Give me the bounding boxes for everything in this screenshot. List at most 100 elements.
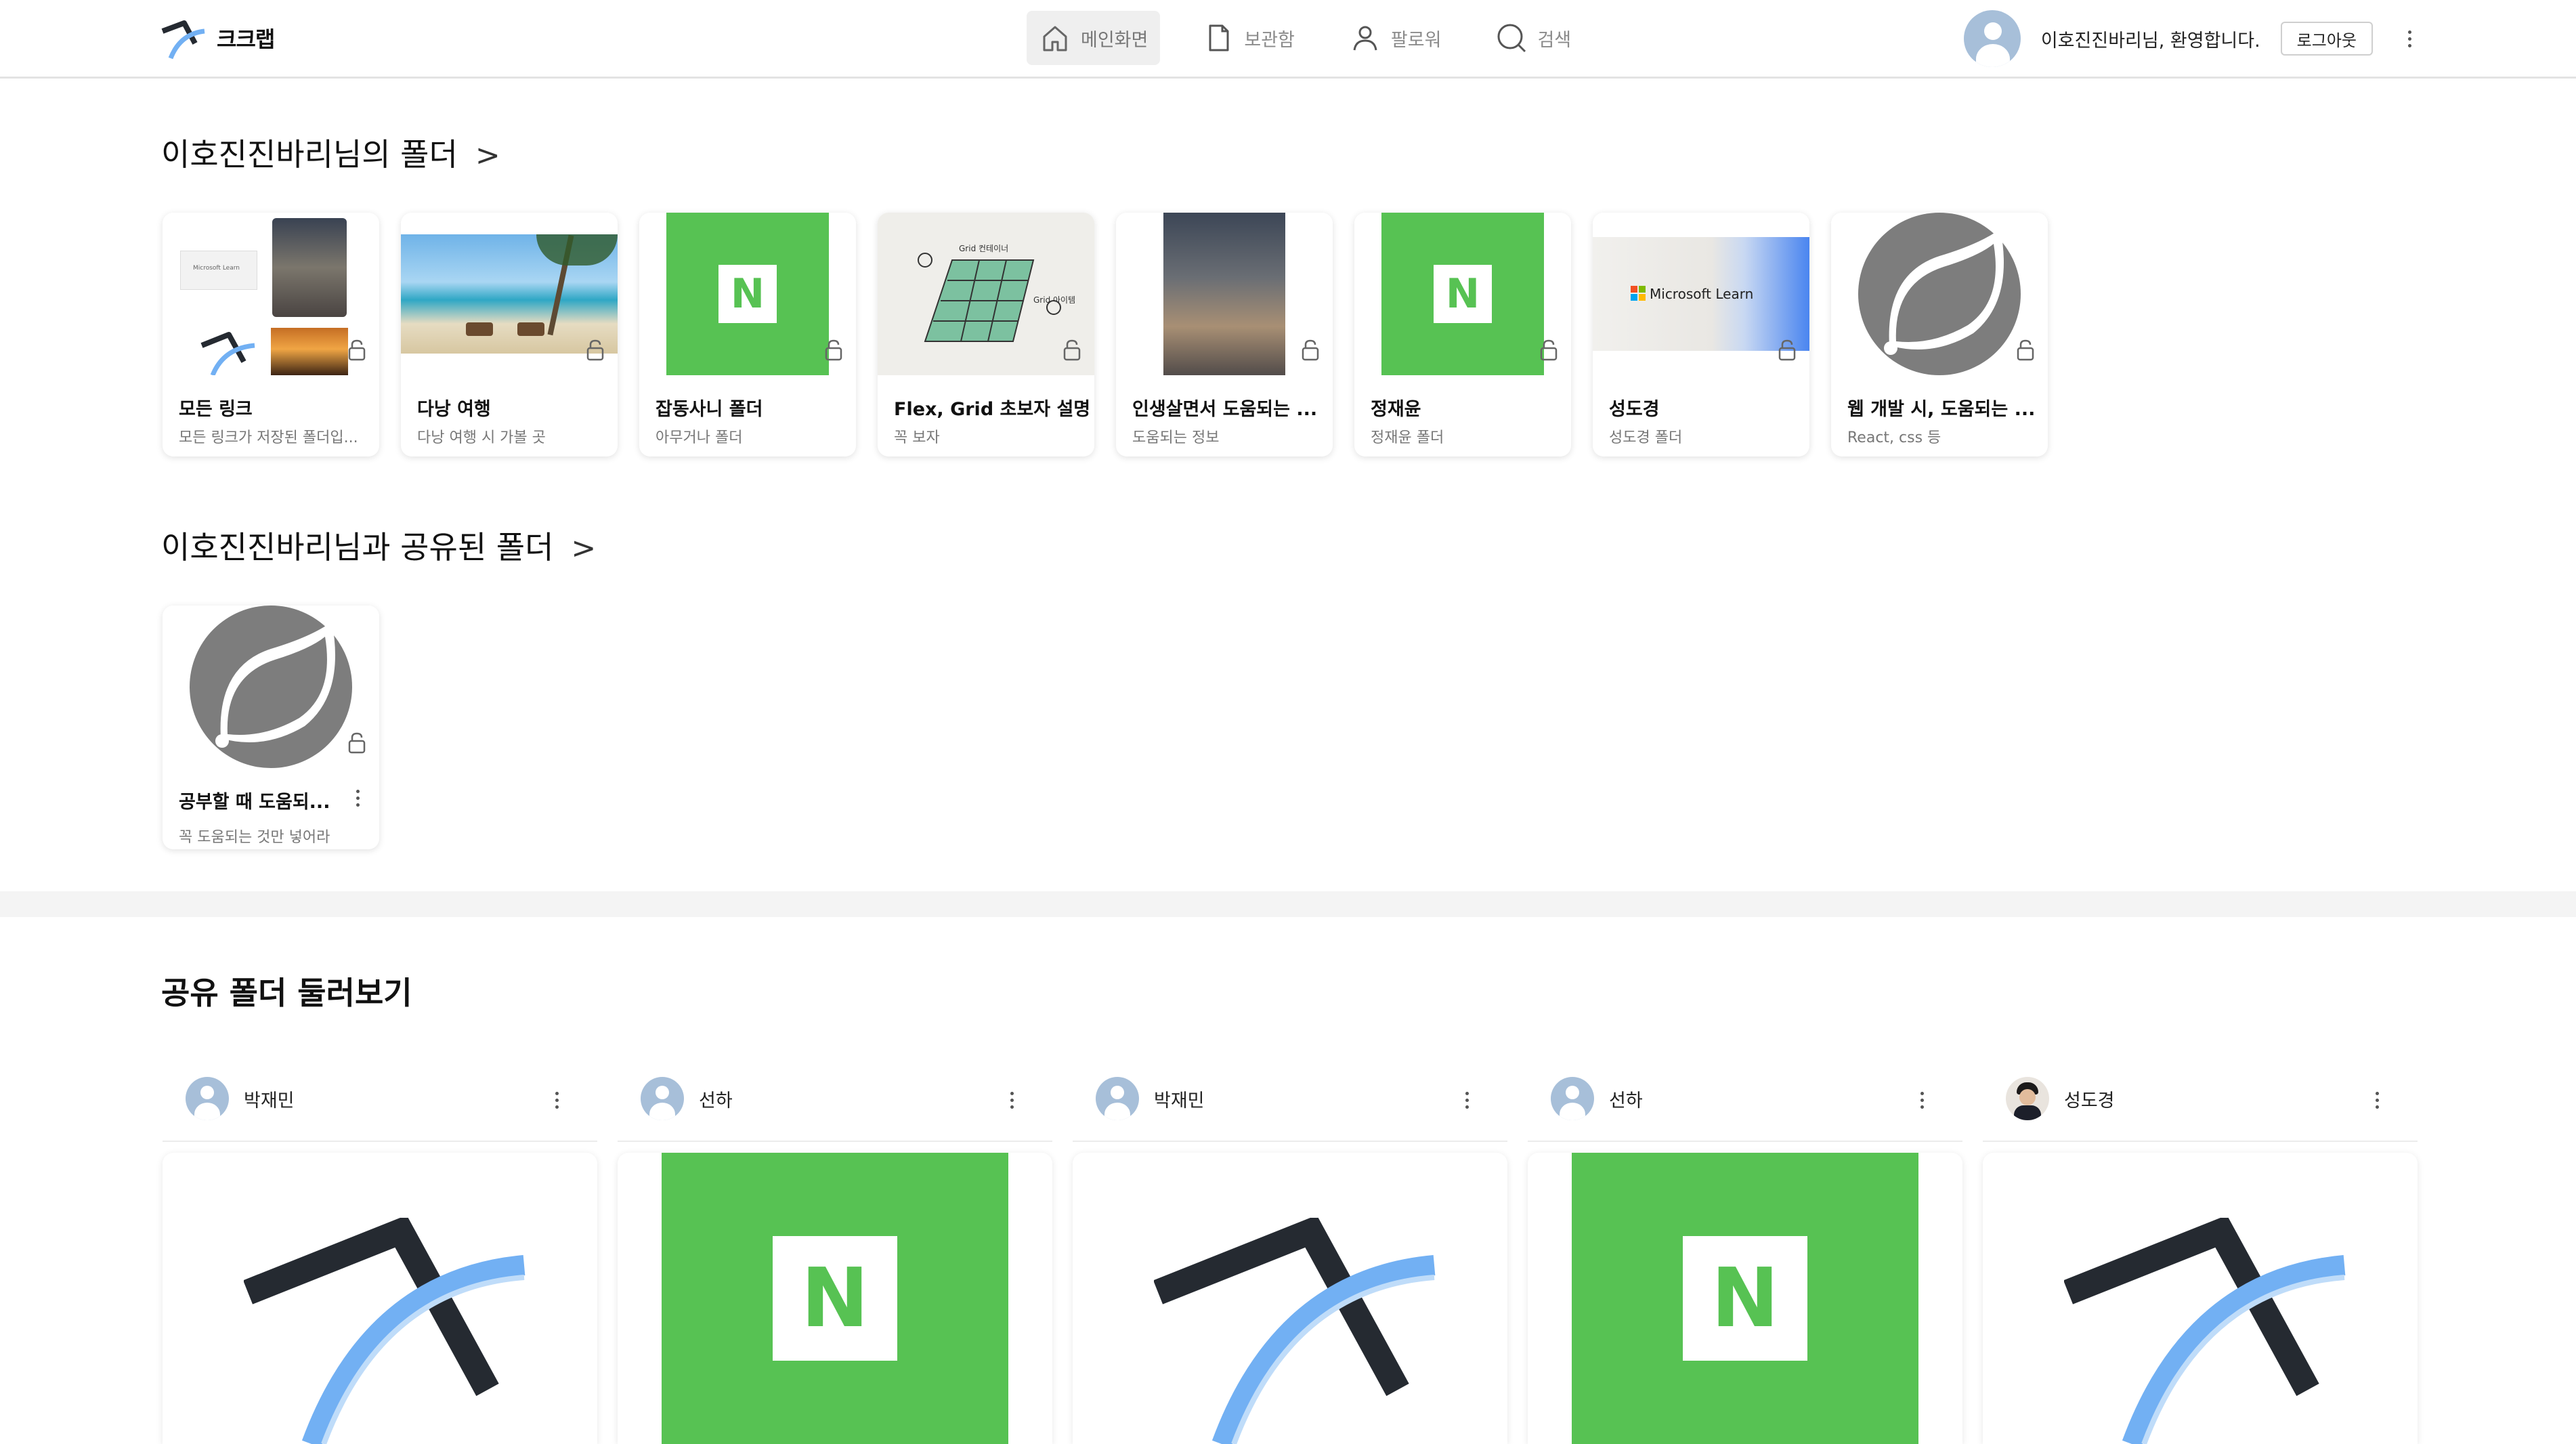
home-icon: [1043, 26, 1067, 51]
more-menu-icon[interactable]: [2403, 25, 2416, 52]
naver-logo: N: [1572, 1153, 1918, 1444]
folder-card[interactable]: 다낭 여행 다낭 여행 시 가볼 곳: [401, 213, 618, 456]
post-more-menu-icon[interactable]: [2374, 1088, 2380, 1112]
avatar-body: [1975, 44, 2010, 67]
folder-more-menu-icon[interactable]: [355, 786, 360, 810]
shared-folder-post[interactable]: 선하 N: [1528, 1057, 1962, 1444]
post-thumbnail[interactable]: N: [1528, 1153, 1962, 1444]
browse-title: 공유 폴더 둘러보기: [161, 969, 412, 1013]
browse-title-text: 공유 폴더 둘러보기: [161, 975, 412, 1011]
folder-name: 정재윤: [1371, 399, 1421, 420]
folder-name: 잡동사니 폴더: [656, 399, 763, 420]
shared-folders-grid: 공부할 때 도움되... 꼭 도움되는 것만 넣어라: [163, 606, 379, 849]
naver-logo-letter: N: [1683, 1236, 1807, 1361]
main-nav: 메인화면 보관함 팔로워 검색: [1027, 11, 1583, 65]
shared-folders-title-text: 이호진진바리님과 공유된 폴더: [161, 529, 554, 566]
folder-description: 정재윤 폴더: [1371, 429, 1444, 446]
naver-logo: N: [662, 1153, 1008, 1444]
post-header: 성도경: [1983, 1057, 2418, 1142]
avatar-photo[interactable]: [2006, 1077, 2049, 1120]
brand-logo-icon: [161, 20, 205, 60]
owner-name[interactable]: 선하: [1609, 1086, 1643, 1112]
post-header: 선하: [1528, 1057, 1962, 1142]
folder-card[interactable]: N 정재윤 정재윤 폴더: [1354, 213, 1571, 456]
post-more-menu-icon[interactable]: [1464, 1088, 1469, 1112]
post-more-menu-icon[interactable]: [554, 1088, 559, 1112]
folder-card[interactable]: N 잡동사니 폴더 아무거나 폴더: [639, 213, 856, 456]
nav-item-storage[interactable]: 보관함: [1190, 11, 1307, 65]
spring-leaf-logo: [1858, 213, 2021, 375]
nav-item-label: 보관함: [1244, 29, 1295, 51]
ms-learn-label: Microsoft Learn: [1650, 286, 1754, 302]
my-folders-title[interactable]: 이호진진바리님의 폴더 >: [161, 130, 500, 175]
shared-folder-post[interactable]: 박재민: [163, 1057, 597, 1444]
folder-name: 공부할 때 도움되...: [179, 792, 330, 813]
avatar[interactable]: [641, 1077, 684, 1120]
avatar[interactable]: [1551, 1077, 1594, 1120]
avatar[interactable]: [1096, 1077, 1139, 1120]
person-icon: [1353, 26, 1377, 51]
post-header: 박재민: [163, 1057, 597, 1142]
folder-card[interactable]: Microsoft Learn 모든 링크 모든 링크가 저장된 폴더입...: [163, 213, 379, 456]
post-header: 선하: [618, 1057, 1052, 1142]
sunset-photo: [271, 328, 348, 375]
post-more-menu-icon[interactable]: [1009, 1088, 1014, 1112]
nav-item-followers[interactable]: 팔로워: [1337, 11, 1454, 65]
avatar-head: [1983, 22, 2002, 40]
lock-icon: [586, 339, 604, 361]
shared-folder-post[interactable]: 성도경: [1983, 1057, 2418, 1444]
ms-learn-mini-label: Microsoft Learn: [193, 265, 240, 272]
nav-item-search[interactable]: 검색: [1483, 11, 1583, 65]
spring-leaf-logo: [190, 606, 352, 768]
naver-logo: N: [1381, 213, 1544, 375]
folder-description: 다낭 여행 시 가볼 곳: [417, 429, 546, 446]
document-icon: [1209, 24, 1229, 51]
brand-logo-icon: [1154, 1218, 1436, 1444]
brand-name: 크크랩: [217, 26, 275, 52]
folder-description: 성도경 폴더: [1609, 429, 1683, 446]
section-divider: [0, 891, 2576, 917]
post-thumbnail[interactable]: [163, 1153, 597, 1444]
folder-name: 인생살면서 도움되는 ...: [1132, 399, 1318, 420]
folder-name: Flex, Grid 초보자 설명: [894, 399, 1091, 420]
search-icon: [1497, 24, 1526, 53]
naver-logo: N: [666, 213, 829, 375]
shared-folder-post[interactable]: 박재민: [1073, 1057, 1507, 1444]
brand-logo[interactable]: 크크랩: [160, 16, 275, 60]
grid-note-item: Grid 아이템: [1033, 295, 1076, 305]
folder-card[interactable]: 인생살면서 도움되는 ... 도움되는 정보: [1116, 213, 1333, 456]
folder-card[interactable]: 웹 개발 시, 도움되는 ... React, css 등: [1831, 213, 2048, 456]
logout-button[interactable]: 로그아웃: [2280, 22, 2373, 56]
ms-learn-banner: Microsoft Learn: [1593, 237, 1809, 351]
folder-description: 도움되는 정보: [1132, 429, 1220, 446]
shared-folder-post[interactable]: 선하 N: [618, 1057, 1052, 1444]
folder-card[interactable]: 공부할 때 도움되... 꼭 도움되는 것만 넣어라: [163, 606, 379, 849]
ms-learn-mini-image: Microsoft Learn: [180, 251, 257, 290]
owner-name[interactable]: 박재민: [1154, 1086, 1205, 1112]
folder-card[interactable]: Microsoft Learn 성도경 성도경 폴더: [1593, 213, 1809, 456]
brand-logo-icon: [244, 1218, 525, 1444]
post-thumbnail[interactable]: [1983, 1153, 2418, 1444]
my-folders-title-text: 이호진진바리님의 폴더: [161, 136, 458, 173]
lock-icon: [348, 732, 366, 754]
owner-name[interactable]: 선하: [699, 1086, 733, 1112]
lock-icon: [1302, 339, 1319, 361]
folder-description: 꼭 도움되는 것만 넣어라: [179, 829, 330, 846]
avatar[interactable]: [186, 1077, 229, 1120]
post-thumbnail[interactable]: N: [618, 1153, 1052, 1444]
owner-name[interactable]: 성도경: [2064, 1086, 2115, 1112]
user-area: 이호진진바리님, 환영합니다. 로그아웃: [1963, 9, 2416, 68]
lock-icon: [1540, 339, 1558, 361]
folder-description: 아무거나 폴더: [656, 429, 743, 446]
brand-logo-icon: [200, 332, 255, 375]
nav-item-home[interactable]: 메인화면: [1027, 11, 1161, 65]
shared-folders-title[interactable]: 이호진진바리님과 공유된 폴더 >: [161, 523, 596, 568]
post-thumbnail[interactable]: [1073, 1153, 1507, 1444]
avatar[interactable]: [1963, 10, 2021, 67]
folder-description: 모든 링크가 저장된 폴더입...: [179, 429, 358, 446]
lock-icon: [2017, 339, 2034, 361]
folder-card[interactable]: Grid 컨테이너 Grid 아이템 Flex, Grid 초보자 설명 꼭 보…: [878, 213, 1094, 456]
my-folders-grid: Microsoft Learn 모든 링크 모든 링크가 저장된 폴더입...: [163, 213, 2048, 456]
post-more-menu-icon[interactable]: [1919, 1088, 1925, 1112]
owner-name[interactable]: 박재민: [244, 1086, 295, 1112]
